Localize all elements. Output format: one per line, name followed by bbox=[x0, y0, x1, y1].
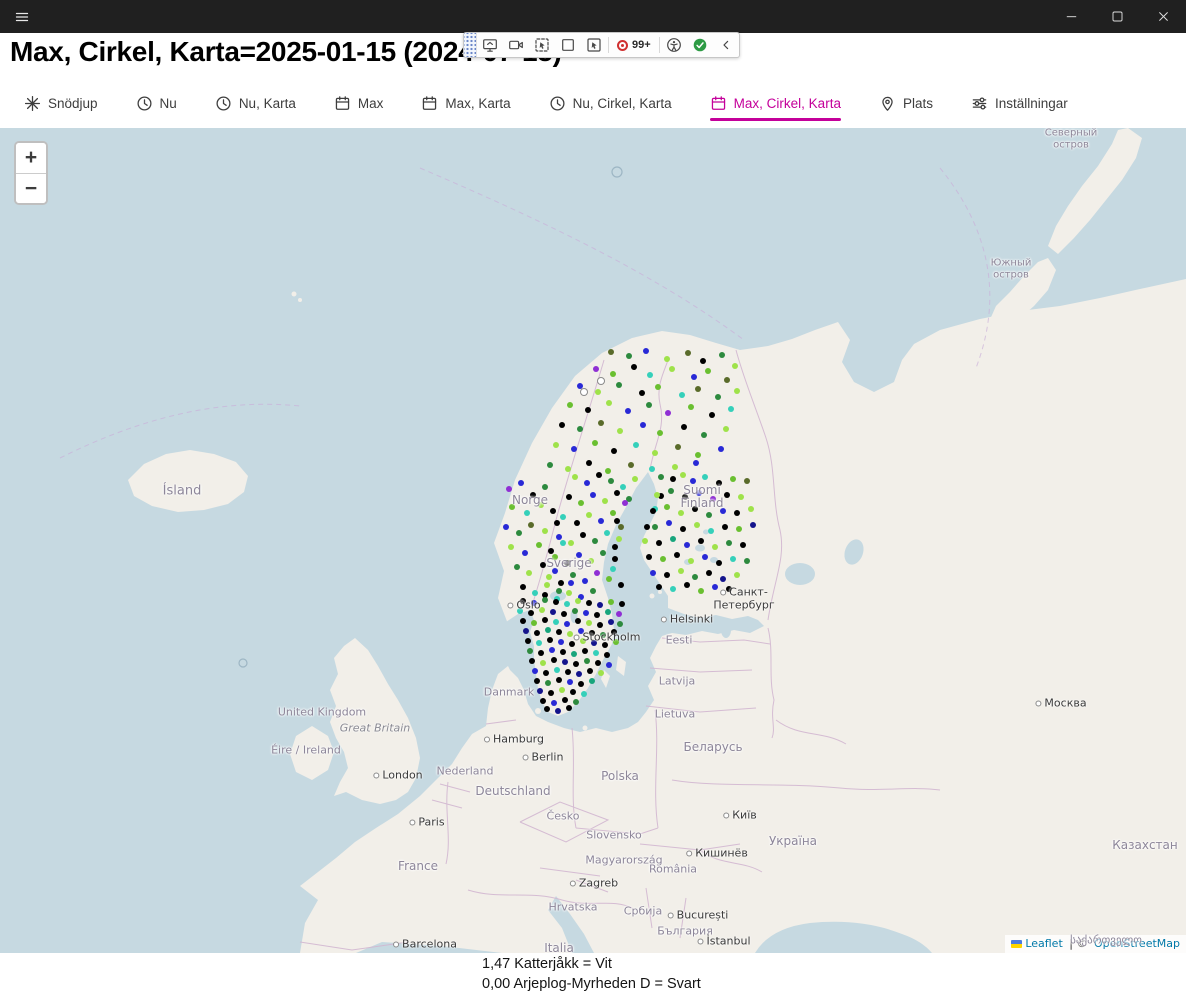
notification-badge[interactable]: 99+ bbox=[610, 39, 658, 51]
tab-plats[interactable]: Plats bbox=[877, 89, 935, 124]
pointer-box-button[interactable] bbox=[581, 33, 607, 57]
window-controls bbox=[1048, 0, 1186, 33]
zoom-in-button[interactable]: + bbox=[16, 143, 46, 173]
legend-line-max: 1,47 Katterjåkk = Vit bbox=[482, 955, 701, 975]
screen-share-icon bbox=[482, 37, 498, 53]
map-base bbox=[0, 128, 1186, 953]
badge-count: 99+ bbox=[632, 39, 651, 51]
check-circle-icon bbox=[692, 37, 708, 53]
pointer-capture-icon bbox=[534, 37, 550, 53]
legend-text: 1,47 Katterjåkk = Vit 0,00 Arjeplog-Myrh… bbox=[482, 955, 701, 994]
status-bar: 1,47 Katterjåkk = Vit 0,00 Arjeplog-Myrh… bbox=[0, 953, 1186, 993]
clock-icon bbox=[215, 95, 232, 112]
close-icon bbox=[1156, 9, 1171, 24]
openstreetmap-link[interactable]: OpenStreetMap bbox=[1094, 937, 1180, 950]
check-circle-button[interactable] bbox=[687, 33, 713, 57]
calendar-icon bbox=[710, 95, 727, 112]
map-attribution: Leaflet | © OpenStreetMap bbox=[1005, 935, 1186, 953]
maximize-icon bbox=[1110, 9, 1125, 24]
tab-bar: Snödjup Nu Nu, Karta Max Max, Karta Nu, Cirke… bbox=[0, 85, 1186, 128]
toolbar-separator bbox=[659, 37, 660, 53]
accessibility-icon bbox=[666, 37, 682, 53]
ukraine-flag-icon bbox=[1011, 940, 1022, 948]
zoom-out-button[interactable]: − bbox=[16, 173, 46, 203]
accessibility-button[interactable] bbox=[661, 33, 687, 57]
title-bar bbox=[0, 0, 1186, 33]
tab-max[interactable]: Max bbox=[332, 89, 386, 124]
leaflet-link[interactable]: Leaflet bbox=[1025, 937, 1062, 950]
tab-label: Inställningar bbox=[995, 96, 1068, 111]
pointer-capture-button[interactable] bbox=[529, 33, 555, 57]
hamburger-button[interactable] bbox=[0, 0, 44, 33]
video-icon bbox=[508, 37, 524, 53]
tab-snödjup[interactable]: Snödjup bbox=[22, 89, 100, 124]
tab-max-cirkel-karta[interactable]: Max, Cirkel, Karta bbox=[708, 89, 843, 124]
tab-label: Max, Karta bbox=[445, 96, 510, 111]
tab-label: Plats bbox=[903, 96, 933, 111]
video-button[interactable] bbox=[503, 33, 529, 57]
attribution-separator: | © bbox=[1066, 937, 1091, 950]
pin-icon bbox=[879, 95, 896, 112]
clock-icon bbox=[136, 95, 153, 112]
calendar-icon bbox=[421, 95, 438, 112]
toolbar-icons-left bbox=[477, 33, 607, 57]
tab-label: Max, Cirkel, Karta bbox=[734, 96, 841, 111]
collapse-icon bbox=[718, 37, 734, 53]
collapse-button[interactable] bbox=[713, 33, 739, 57]
maximize-button[interactable] bbox=[1094, 0, 1140, 33]
screen-share-button[interactable] bbox=[477, 33, 503, 57]
close-button[interactable] bbox=[1140, 0, 1186, 33]
minimize-icon bbox=[1064, 9, 1079, 24]
tab-label: Nu, Karta bbox=[239, 96, 296, 111]
settings-icon bbox=[971, 95, 988, 112]
zoom-control: + − bbox=[14, 141, 48, 205]
tab-nu-cirkel-karta[interactable]: Nu, Cirkel, Karta bbox=[547, 89, 674, 124]
tab-label: Max bbox=[358, 96, 384, 111]
clock-icon bbox=[549, 95, 566, 112]
minimize-button[interactable] bbox=[1048, 0, 1094, 33]
legend-line-min: 0,00 Arjeplog-Myrheden D = Svart bbox=[482, 975, 701, 994]
tab-label: Nu, Cirkel, Karta bbox=[573, 96, 672, 111]
hamburger-icon bbox=[14, 9, 30, 25]
pointer-box-icon bbox=[586, 37, 602, 53]
tab-nu-karta[interactable]: Nu, Karta bbox=[213, 89, 298, 124]
tab-inställningar[interactable]: Inställningar bbox=[969, 89, 1070, 124]
tab-max-karta[interactable]: Max, Karta bbox=[419, 89, 512, 124]
toolbar-drag-handle[interactable] bbox=[464, 33, 477, 57]
window-icon bbox=[560, 37, 576, 53]
tab-nu[interactable]: Nu bbox=[134, 89, 179, 124]
snowflake-icon bbox=[24, 95, 41, 112]
toolbar-icons-right bbox=[661, 33, 739, 57]
toolbar-separator bbox=[608, 37, 609, 53]
calendar-icon bbox=[334, 95, 351, 112]
map-canvas[interactable]: + − Leaflet | © OpenStreetMap bbox=[0, 128, 1186, 953]
tab-label: Snödjup bbox=[48, 96, 98, 111]
tab-label: Nu bbox=[160, 96, 177, 111]
floating-toolbar[interactable]: 99+ bbox=[463, 32, 740, 58]
record-icon bbox=[617, 40, 628, 51]
window-button[interactable] bbox=[555, 33, 581, 57]
